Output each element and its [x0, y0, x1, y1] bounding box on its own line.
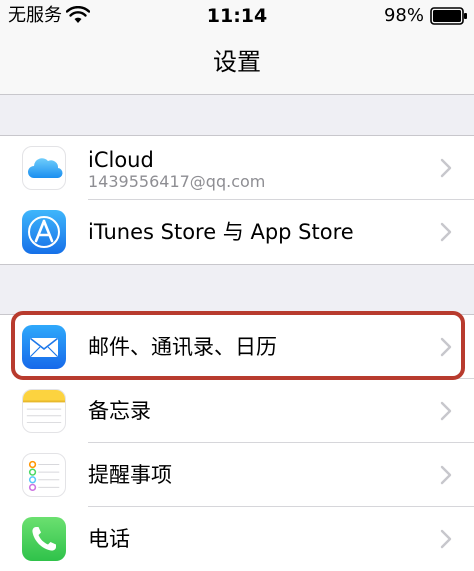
settings-group-account: iCloud 1439556417@qq.com iTunes Store 与 …	[0, 135, 474, 265]
page-title: 设置	[213, 48, 261, 76]
highlight-annotation	[11, 311, 465, 380]
notes-icon	[22, 389, 66, 433]
row-label: 提醒事项	[88, 463, 172, 487]
battery-percent: 98%	[383, 5, 424, 26]
icloud-icon	[22, 146, 66, 190]
phone-icon	[22, 517, 66, 561]
navigation-bar: 设置	[0, 32, 474, 95]
account-email: 1439556417@qq.com	[88, 172, 266, 191]
status-bar: 无服务 11:14 98%	[0, 0, 474, 32]
row-label: 电话	[88, 527, 130, 551]
chevron-right-icon	[440, 465, 452, 485]
settings-row-notes[interactable]: 备忘录	[0, 379, 474, 443]
chevron-right-icon	[440, 158, 452, 178]
chevron-right-icon	[440, 401, 452, 421]
row-label: iCloud	[88, 148, 154, 172]
row-label: 备忘录	[88, 399, 151, 423]
row-label: iTunes Store 与 App Store	[88, 220, 354, 244]
settings-row-icloud[interactable]: iCloud 1439556417@qq.com	[0, 136, 474, 200]
chevron-right-icon	[440, 222, 452, 242]
chevron-right-icon	[440, 529, 452, 549]
battery-icon	[430, 7, 467, 25]
settings-row-itunes-app-store[interactable]: iTunes Store 与 App Store	[0, 200, 474, 264]
reminders-icon	[22, 453, 66, 497]
app-store-icon	[22, 210, 66, 254]
settings-row-reminders[interactable]: 提醒事项	[0, 443, 474, 507]
settings-row-phone[interactable]: 电话	[0, 507, 474, 571]
